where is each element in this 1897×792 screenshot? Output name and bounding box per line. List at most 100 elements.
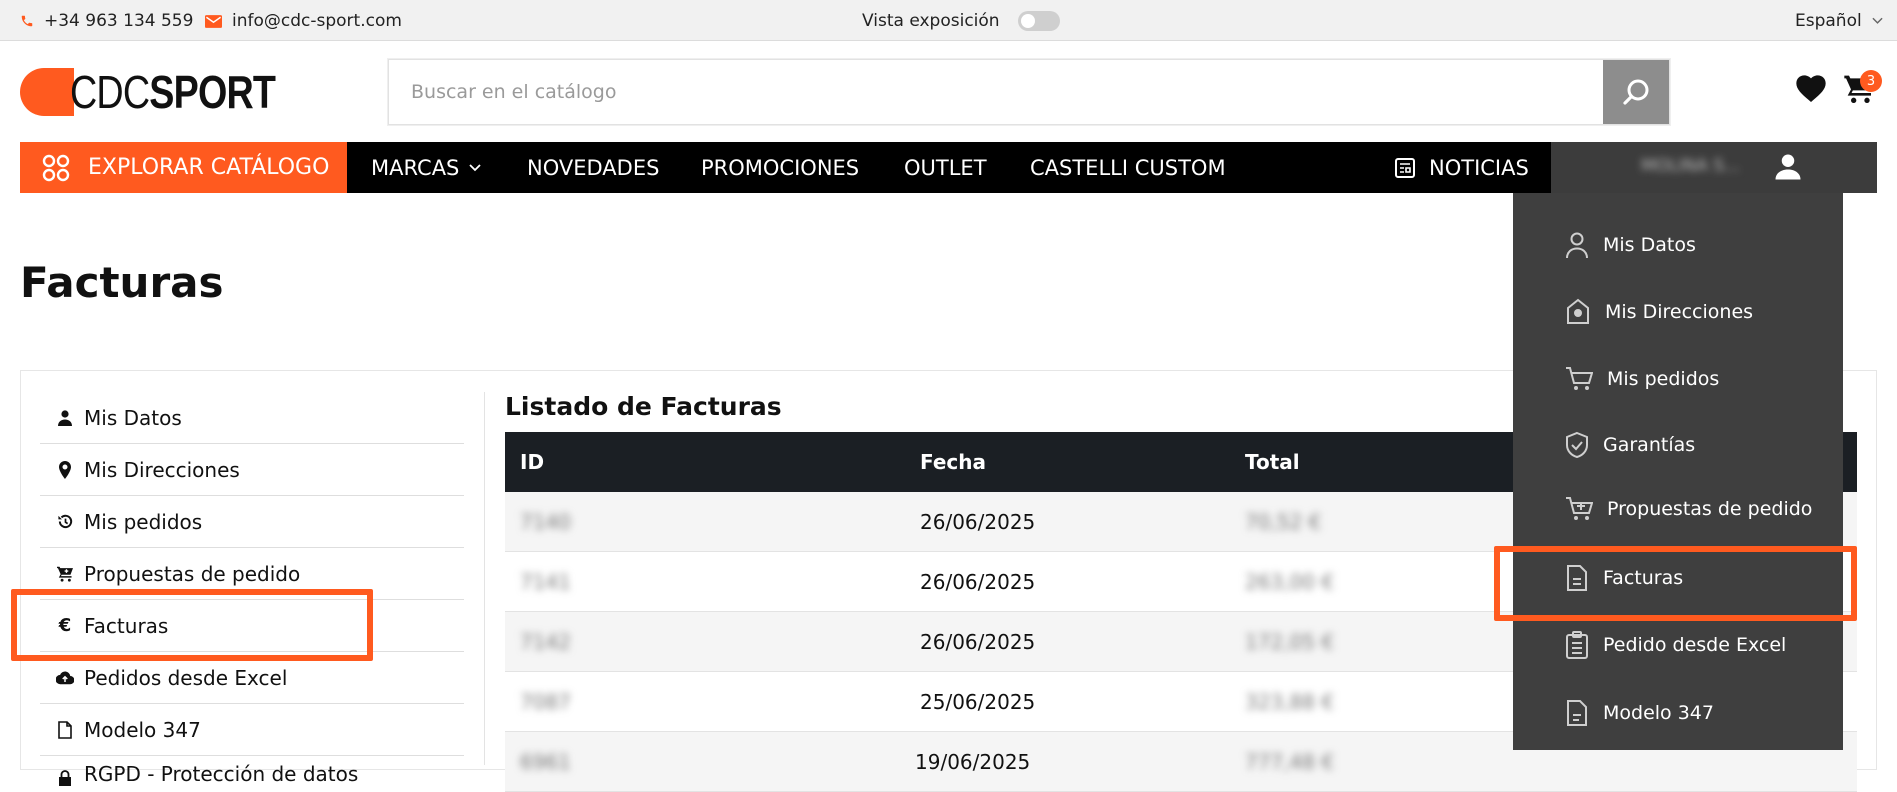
column-header-fecha: Fecha: [920, 450, 987, 474]
dropdown-item-pedido-desde-excel[interactable]: Pedido desde Excel: [1565, 631, 1786, 659]
dropdown-item-propuestas-de-pedido[interactable]: Propuestas de pedido: [1565, 496, 1812, 522]
nav-item-label: PROMOCIONES: [701, 155, 860, 180]
dropdown-item-label: Mis Datos: [1603, 234, 1696, 256]
page-title: Facturas: [20, 258, 224, 307]
invoice-id: 6961: [520, 750, 571, 774]
nav-item-label: NOVEDADES: [527, 155, 660, 180]
user-icon: [58, 409, 72, 426]
heart-icon: [1796, 75, 1826, 102]
account-name: MOLINA S...: [1641, 156, 1741, 176]
side-menu-label: Mis Direcciones: [84, 457, 240, 482]
nav-item-novedades[interactable]: NOVEDADES: [527, 142, 659, 193]
invoice-total: 263,00 €: [1245, 570, 1335, 594]
history-icon: [57, 514, 72, 529]
header: CDCSPORT 3: [0, 41, 1897, 142]
dropdown-item-label: Garantías: [1603, 434, 1696, 456]
document-icon: [1567, 700, 1587, 726]
top-bar: +34 963 134 559 info@cdc-sport.com Vista…: [0, 0, 1897, 41]
exposition-toggle[interactable]: [1017, 11, 1060, 31]
phone-contact[interactable]: +34 963 134 559: [20, 11, 193, 31]
invoice-id: 7141: [520, 570, 571, 594]
nav-item-marcas[interactable]: MARCAS: [371, 142, 482, 193]
invoice-date: 26/06/2025: [920, 630, 1036, 654]
user-icon: [1566, 232, 1588, 259]
invoice-list-title: Listado de Facturas: [505, 392, 782, 421]
invoice-date: 26/06/2025: [920, 570, 1036, 594]
file-icon: [58, 720, 72, 739]
lock-icon: [59, 770, 71, 786]
side-menu-item-mis-direcciones[interactable]: Mis Direcciones: [40, 444, 464, 496]
dropdown-item-label: Modelo 347: [1603, 702, 1714, 724]
nav-item-label: CASTELLI CUSTOM: [1030, 155, 1226, 180]
column-header-total: Total: [1245, 450, 1300, 474]
account-menu-button[interactable]: MOLINA S...: [1551, 142, 1877, 193]
phone-number: +34 963 134 559: [44, 11, 194, 31]
site-logo[interactable]: CDCSPORT: [20, 67, 320, 117]
invoice-total: 777,48 €: [1245, 750, 1335, 774]
invoice-total: 323,88 €: [1245, 690, 1335, 714]
invoice-total: 70,52 €: [1245, 510, 1322, 534]
cart-count-badge: 3: [1860, 70, 1882, 92]
column-header-id: ID: [520, 450, 545, 474]
dropdown-item-label: Propuestas de pedido: [1607, 498, 1813, 520]
user-icon: [1775, 154, 1801, 180]
nav-item-promociones[interactable]: PROMOCIONES: [701, 142, 859, 193]
nav-item-noticias[interactable]: NOTICIAS: [1393, 142, 1529, 193]
logo-mark: [20, 68, 74, 116]
invoice-total: 172,05 €: [1245, 630, 1335, 654]
newspaper-icon: [1395, 157, 1415, 178]
highlight-facturas-side: [11, 589, 373, 661]
search-icon: [1623, 79, 1649, 105]
side-menu-item-mis-datos[interactable]: Mis Datos: [40, 392, 464, 444]
highlight-facturas-dropdown: [1494, 546, 1857, 621]
nav-item-castelli-custom[interactable]: CASTELLI CUSTOM: [1030, 142, 1226, 193]
side-menu-label: RGPD - Protección de datos: [84, 762, 359, 786]
grid-icon: [42, 154, 70, 181]
account-dropdown: Mis Datos Mis Direcciones Mis pedidos Ga…: [1513, 193, 1843, 750]
main-nav: EXPLORAR CATÁLOGO MARCAS NOVEDADES PROMO…: [20, 142, 1877, 193]
dropdown-item-garantias[interactable]: Garantías: [1565, 431, 1695, 459]
side-menu-item-modelo-347[interactable]: Modelo 347: [40, 704, 464, 756]
shield-check-icon: [1566, 431, 1588, 459]
dropdown-item-label: Mis Direcciones: [1605, 301, 1754, 323]
chevron-down-icon: [1872, 17, 1883, 24]
invoice-date: 26/06/2025: [920, 510, 1036, 534]
side-menu-label: Mis Datos: [84, 405, 182, 430]
phone-icon: [21, 15, 33, 27]
cloud-upload-icon: [56, 671, 74, 685]
dropdown-item-mis-pedidos[interactable]: Mis pedidos: [1565, 366, 1719, 392]
nav-item-label: OUTLET: [904, 155, 987, 180]
side-menu-item-mis-pedidos[interactable]: Mis pedidos: [40, 496, 464, 548]
mail-icon: [205, 14, 222, 28]
invoice-id: 7142: [520, 630, 571, 654]
search-button[interactable]: [1603, 60, 1669, 124]
wishlist-button[interactable]: [1795, 74, 1827, 106]
search-input[interactable]: [389, 60, 1599, 124]
dropdown-item-mis-datos[interactable]: Mis Datos: [1565, 231, 1696, 259]
logo-text: CDCSPORT: [70, 66, 276, 118]
invoice-date: 19/06/2025: [915, 750, 1031, 774]
explore-catalog-button[interactable]: EXPLORAR CATÁLOGO: [20, 142, 347, 193]
exposition-label: Vista exposición: [862, 11, 1000, 31]
dropdown-item-label: Pedido desde Excel: [1603, 634, 1787, 656]
dropdown-item-label: Mis pedidos: [1607, 368, 1720, 390]
email-contact[interactable]: info@cdc-sport.com: [205, 11, 402, 31]
nav-item-label: NOTICIAS: [1429, 155, 1529, 180]
nav-item-outlet[interactable]: OUTLET: [904, 142, 987, 193]
cart-plus-icon: [1566, 497, 1593, 520]
language-label: Español: [1795, 11, 1862, 31]
dropdown-item-mis-direcciones[interactable]: Mis Direcciones: [1565, 298, 1753, 326]
cart-icon: [1566, 367, 1593, 390]
nav-item-label: MARCAS: [371, 155, 460, 180]
exposition-view: Vista exposición: [862, 11, 1060, 31]
search-bar: [388, 59, 1670, 125]
dropdown-item-modelo-347[interactable]: Modelo 347: [1565, 699, 1714, 727]
content-divider: [484, 392, 485, 765]
language-selector[interactable]: Español: [1795, 11, 1883, 31]
email-address: info@cdc-sport.com: [232, 11, 402, 31]
chevron-down-icon: [469, 163, 482, 171]
side-menu-label: Propuestas de pedido: [84, 561, 301, 586]
side-menu-item-rgpd[interactable]: RGPD - Protección de datos: [40, 756, 464, 786]
explore-catalog-label: EXPLORAR CATÁLOGO: [88, 155, 330, 180]
home-pin-icon: [1567, 298, 1589, 324]
